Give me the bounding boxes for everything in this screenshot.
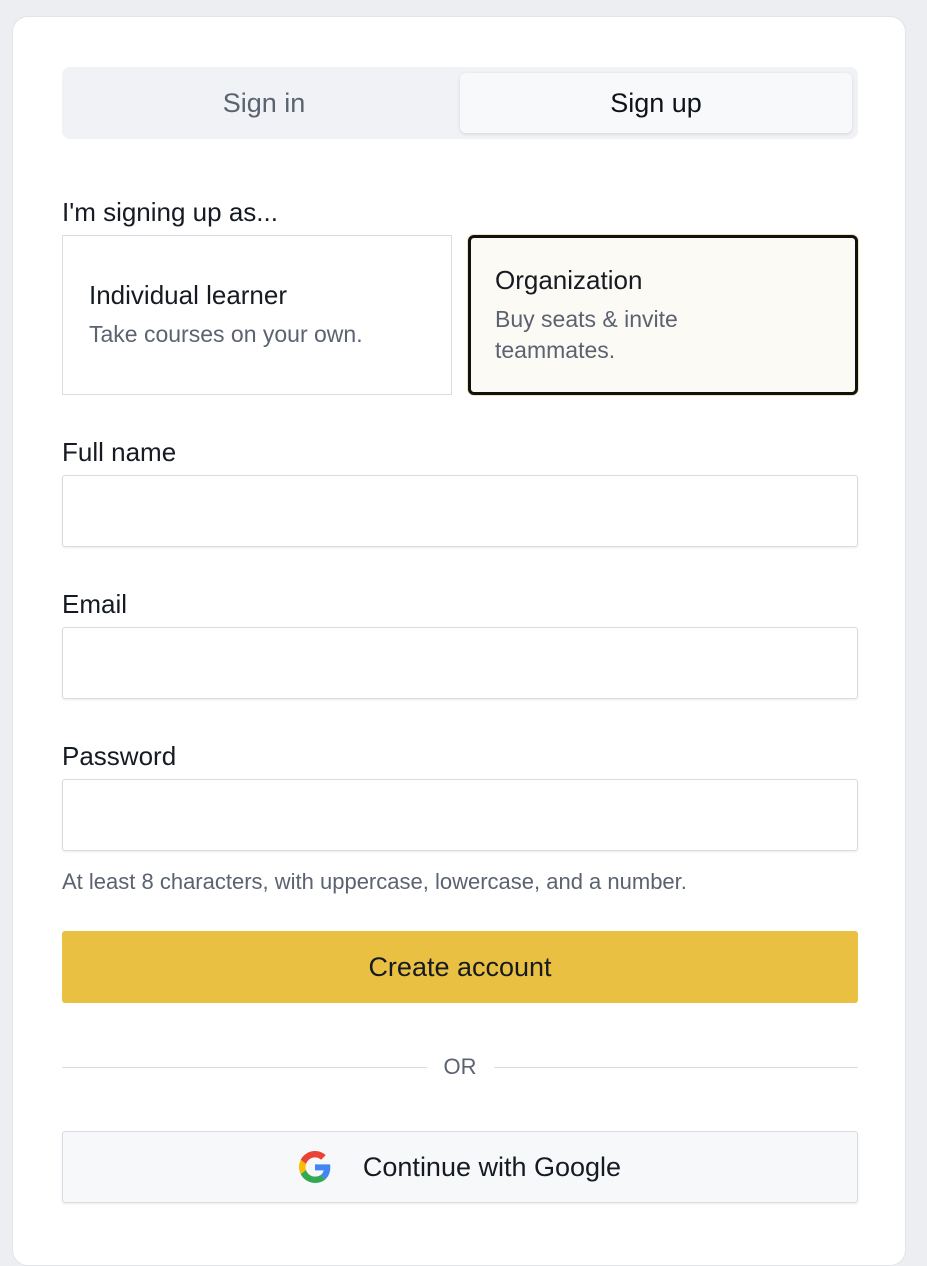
auth-tabs: Sign in Sign up	[62, 67, 858, 139]
password-label: Password	[62, 741, 177, 771]
role-section-label: I'm signing up as...	[62, 197, 278, 227]
role-option-description: Take courses on your own.	[89, 321, 363, 347]
role-option-individual[interactable]: Individual learner Take courses on your …	[62, 235, 452, 395]
signup-card: Sign in Sign up I'm signing up as... Ind…	[12, 16, 906, 1266]
divider-label: OR	[443, 1054, 477, 1079]
password-hint: At least 8 characters, with uppercase, l…	[62, 869, 687, 894]
tab-sign-in[interactable]: Sign in	[68, 73, 460, 133]
or-divider: OR	[62, 1053, 858, 1081]
full-name-input[interactable]	[62, 475, 858, 547]
divider-line-left	[62, 1066, 427, 1068]
google-button-label: Continue with Google	[362, 1151, 622, 1182]
role-option-title: Organization	[495, 264, 643, 295]
password-input[interactable]	[62, 779, 858, 851]
email-input[interactable]	[62, 627, 858, 699]
role-option-organization[interactable]: Organization Buy seats & invite teammate…	[468, 235, 858, 395]
divider-line-right	[493, 1066, 858, 1068]
email-label: Email	[62, 589, 128, 619]
google-icon	[298, 1151, 331, 1183]
create-account-button[interactable]: Create account	[62, 931, 858, 1003]
role-option-title: Individual learner	[89, 280, 288, 310]
tab-sign-up[interactable]: Sign up	[460, 73, 852, 133]
role-option-description: Buy seats & invite teammates.	[495, 305, 678, 363]
continue-with-google-button[interactable]: Continue with Google	[62, 1131, 858, 1203]
full-name-label: Full name	[62, 437, 177, 467]
